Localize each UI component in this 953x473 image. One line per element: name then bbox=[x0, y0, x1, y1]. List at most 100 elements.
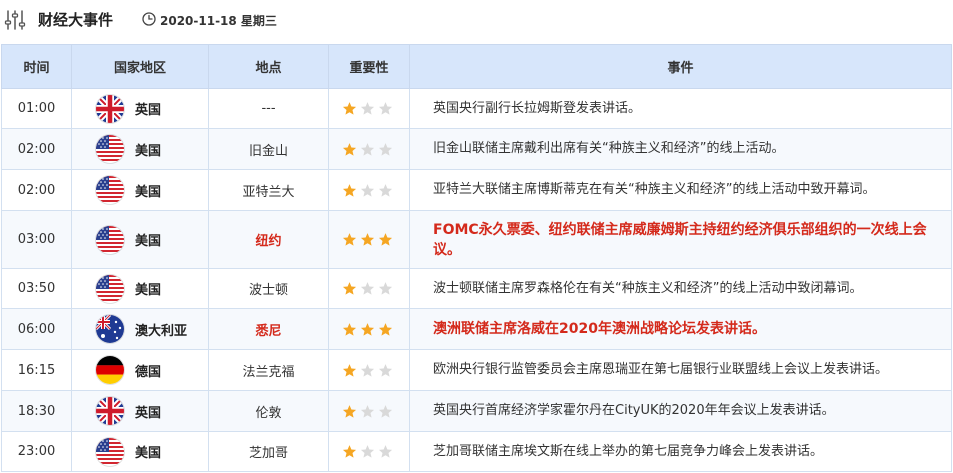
col-header-location: 地点 bbox=[208, 44, 329, 89]
event-cell: 芝加哥联储主席埃文斯在线上举办的第七届竞争力峰会上发表讲话。 bbox=[409, 431, 952, 472]
location-cell: 纽约 bbox=[208, 210, 329, 269]
location-cell: 法兰克福 bbox=[208, 349, 329, 391]
location-cell: 伦敦 bbox=[208, 390, 329, 432]
star-filled-icon bbox=[342, 232, 357, 247]
star-empty-icon bbox=[360, 142, 375, 157]
country-name: 美国 bbox=[135, 283, 162, 298]
country-name: 美国 bbox=[135, 143, 162, 159]
table-row[interactable]: 16:15 德国 法兰克福 欧洲央行银行监管委员会主席恩瑞亚在第七届银行业联盟线上会议… bbox=[1, 349, 952, 391]
star-empty-icon bbox=[360, 363, 375, 378]
star-empty-icon bbox=[378, 101, 393, 116]
star-empty-icon bbox=[378, 363, 393, 378]
star-empty-icon bbox=[378, 404, 393, 419]
page-header: 财经大事件 2020-11-18 星期三 bbox=[0, 0, 953, 40]
table-row[interactable]: 06:00 澳大利亚 悉尼 澳洲联储主席洛威在2020年澳洲战略论坛发表讲话。 bbox=[1, 308, 952, 350]
event-cell: 英国央行首席经济学家霍尔丹在CityUK的2020年年会议上发表讲话。 bbox=[409, 390, 952, 432]
star-filled-icon bbox=[378, 232, 393, 247]
importance-cell bbox=[328, 390, 410, 432]
event-cell: 澳洲联储主席洛威在2020年澳洲战略论坛发表讲话。 bbox=[409, 308, 952, 350]
time-cell: 18:30 bbox=[1, 390, 72, 432]
table-row[interactable]: 18:30 英国 伦敦 英国央行首席经济学家霍尔丹在CityUK的2020年年会议上发… bbox=[1, 390, 952, 432]
country-name: 美国 bbox=[135, 446, 162, 461]
country-cell: 美国 bbox=[71, 210, 209, 269]
importance-cell bbox=[328, 431, 410, 472]
country-name: 美国 bbox=[135, 184, 162, 200]
location-cell: --- bbox=[208, 88, 329, 129]
star-empty-icon bbox=[360, 444, 375, 459]
time-cell: 03:50 bbox=[1, 268, 72, 309]
us-flag-icon bbox=[96, 176, 124, 204]
time-cell: 06:00 bbox=[1, 308, 72, 350]
col-header-time: 时间 bbox=[1, 44, 72, 89]
star-empty-icon bbox=[378, 142, 393, 157]
table-row[interactable]: 03:50 美国 波士顿 波士顿联储主席罗森格伦在有关“种族主义和经济”的线上活动中致… bbox=[1, 268, 952, 309]
country-cell: 美国 bbox=[71, 128, 209, 170]
location-cell: 悉尼 bbox=[208, 308, 329, 350]
us-flag-icon bbox=[96, 225, 124, 254]
star-filled-icon bbox=[378, 322, 393, 337]
star-filled-icon bbox=[360, 322, 375, 337]
sliders-icon bbox=[4, 10, 26, 30]
table-row[interactable]: 01:00 英国 --- 英国央行副行长拉姆斯登发表讲话。 bbox=[1, 88, 952, 129]
table-row[interactable]: 03:00 美国 纽约 FOMC永久票委、纽约联储主席威廉姆斯主持纽约经济俱乐部组织的… bbox=[1, 210, 952, 269]
star-empty-icon bbox=[360, 183, 375, 198]
importance-cell bbox=[328, 308, 410, 350]
country-cell: 美国 bbox=[71, 268, 209, 309]
importance-cell bbox=[328, 88, 410, 129]
location-cell: 亚特兰大 bbox=[208, 169, 329, 211]
star-empty-icon bbox=[378, 444, 393, 459]
us-flag-icon bbox=[96, 274, 124, 303]
country-cell: 美国 bbox=[71, 169, 209, 211]
de-flag-icon bbox=[96, 356, 124, 384]
importance-cell bbox=[328, 128, 410, 170]
star-filled-icon bbox=[342, 444, 357, 459]
col-header-importance: 重要性 bbox=[328, 44, 410, 89]
country-cell: 澳大利亚 bbox=[71, 308, 209, 350]
event-cell: 旧金山联储主席戴利出席有关“种族主义和经济”的线上活动。 bbox=[409, 128, 952, 170]
time-cell: 03:00 bbox=[1, 210, 72, 269]
star-filled-icon bbox=[342, 142, 357, 157]
location-cell: 波士顿 bbox=[208, 268, 329, 309]
importance-cell bbox=[328, 268, 410, 309]
table-row[interactable]: 02:00 美国 亚特兰大 亚特兰大联储主席博斯蒂克在有关“种族主义和经济”的线上活动… bbox=[1, 169, 952, 211]
star-filled-icon bbox=[342, 363, 357, 378]
importance-cell bbox=[328, 210, 410, 269]
table-header-row: 时间 国家地区 地点 重要性 事件 bbox=[1, 44, 952, 89]
country-name: 英国 bbox=[135, 405, 162, 421]
importance-cell bbox=[328, 169, 410, 211]
time-cell: 02:00 bbox=[1, 128, 72, 170]
country-cell: 德国 bbox=[71, 349, 209, 391]
country-name: 澳大利亚 bbox=[135, 323, 188, 339]
us-flag-icon bbox=[96, 437, 124, 466]
clock-icon bbox=[142, 12, 156, 26]
event-cell: 欧洲央行银行监管委员会主席恩瑞亚在第七届银行业联盟线上会议上发表讲话。 bbox=[409, 349, 952, 391]
star-filled-icon bbox=[342, 101, 357, 116]
country-cell: 英国 bbox=[71, 390, 209, 432]
importance-cell bbox=[328, 349, 410, 391]
star-filled-icon bbox=[342, 183, 357, 198]
event-cell: 波士顿联储主席罗森格伦在有关“种族主义和经济”的线上活动中致闭幕词。 bbox=[409, 268, 952, 309]
uk-flag-icon bbox=[96, 94, 124, 123]
country-cell: 美国 bbox=[71, 431, 209, 472]
star-empty-icon bbox=[360, 101, 375, 116]
star-empty-icon bbox=[378, 281, 393, 296]
au-flag-icon bbox=[96, 315, 124, 343]
us-flag-icon bbox=[96, 135, 124, 163]
location-cell: 旧金山 bbox=[208, 128, 329, 170]
event-cell: FOMC永久票委、纽约联储主席威廉姆斯主持纽约经济俱乐部组织的一次线上会议。 bbox=[409, 210, 952, 269]
star-empty-icon bbox=[360, 281, 375, 296]
country-name: 英国 bbox=[135, 103, 162, 118]
current-date: 2020-11-18 星期三 bbox=[160, 14, 277, 28]
location-cell: 芝加哥 bbox=[208, 431, 329, 472]
events-table: 时间 国家地区 地点 重要性 事件 01:00 英国 --- 英国央行副行长拉姆斯登发… bbox=[1, 44, 952, 472]
time-cell: 01:00 bbox=[1, 88, 72, 129]
table-row[interactable]: 23:00 美国 芝加哥 芝加哥联储主席埃文斯在线上举办的第七届竞争力峰会上发表讲话。 bbox=[1, 431, 952, 472]
star-filled-icon bbox=[360, 232, 375, 247]
time-cell: 16:15 bbox=[1, 349, 72, 391]
country-name: 德国 bbox=[135, 364, 162, 380]
star-empty-icon bbox=[378, 183, 393, 198]
star-filled-icon bbox=[342, 322, 357, 337]
page-title: 财经大事件 bbox=[38, 11, 114, 29]
event-cell: 英国央行副行长拉姆斯登发表讲话。 bbox=[409, 88, 952, 129]
table-row[interactable]: 02:00 美国 旧金山 旧金山联储主席戴利出席有关“种族主义和经济”的线上活动。 bbox=[1, 128, 952, 170]
